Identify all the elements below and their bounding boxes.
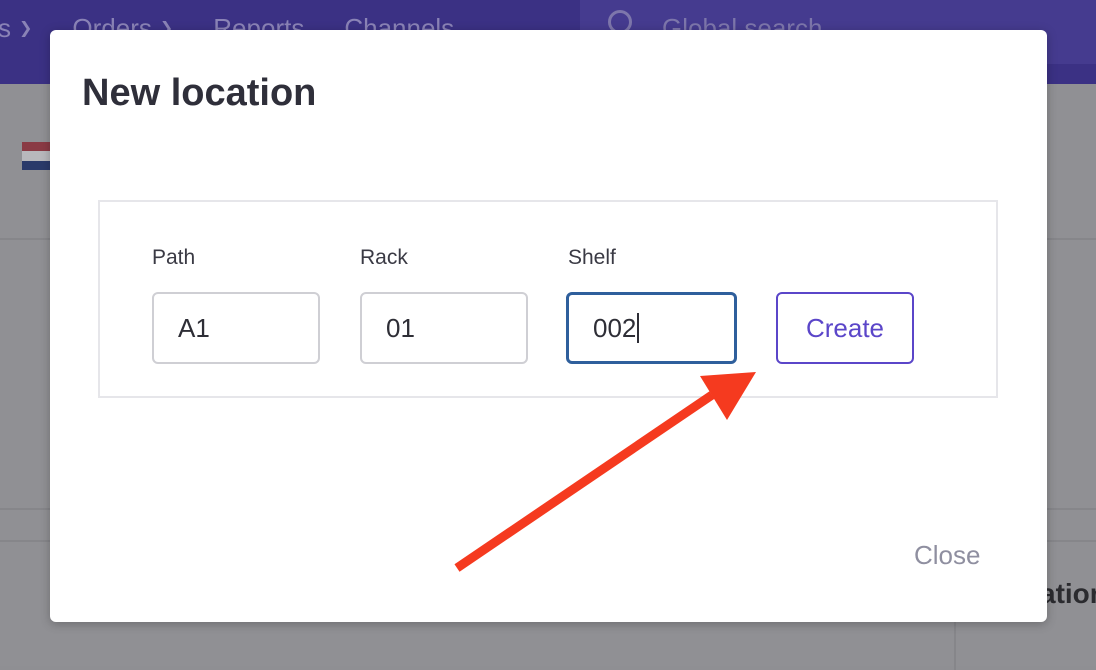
background-heading: ation	[1040, 578, 1096, 610]
chevron-down-icon: ❯	[19, 18, 32, 38]
path-label: Path	[152, 246, 195, 270]
create-button[interactable]: Create	[776, 292, 914, 364]
path-value: A1	[178, 313, 210, 344]
dialog-title: New location	[82, 72, 316, 115]
location-form: Path A1 Rack 01 Shelf 002 Create	[98, 200, 998, 398]
shelf-input[interactable]: 002	[566, 292, 737, 364]
nav-item-truncated[interactable]: s ❯	[0, 13, 32, 44]
nav-item-label: s	[0, 13, 11, 44]
rack-value: 01	[386, 313, 415, 344]
path-input[interactable]: A1	[152, 292, 320, 364]
new-location-dialog: New location Path A1 Rack 01 Shelf 002 C…	[50, 30, 1047, 622]
rack-label: Rack	[360, 246, 408, 270]
shelf-value: 002	[593, 313, 636, 344]
text-caret	[637, 313, 639, 343]
shelf-label: Shelf	[568, 246, 616, 270]
rack-input[interactable]: 01	[360, 292, 528, 364]
close-button[interactable]: Close	[914, 540, 980, 571]
